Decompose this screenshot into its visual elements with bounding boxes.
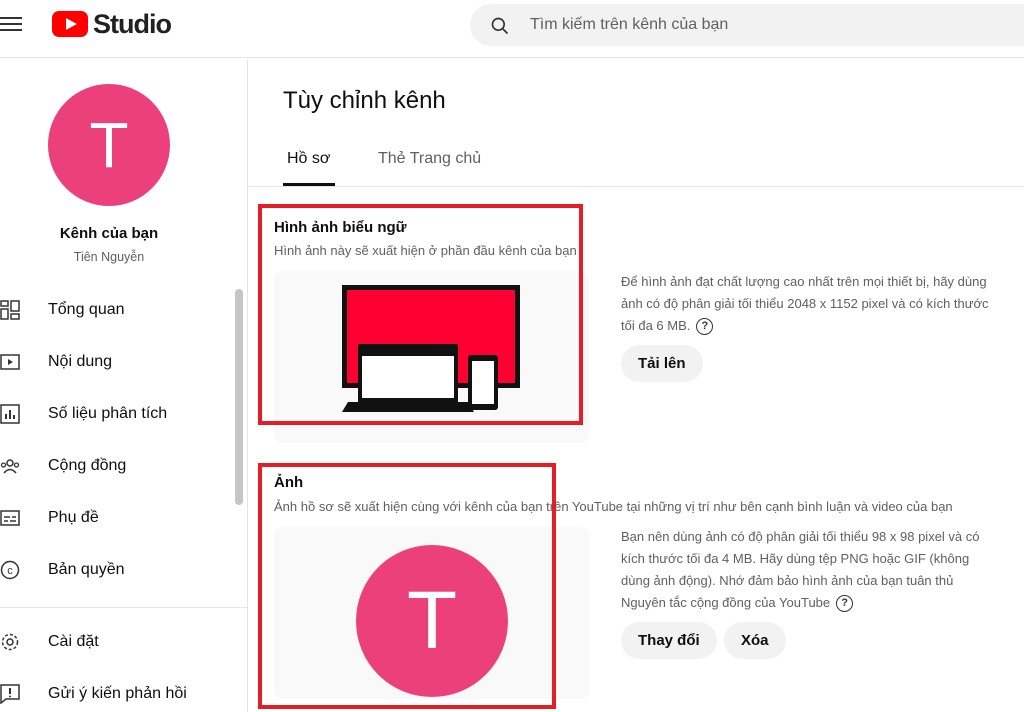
channel-owner-name: Tiên Nguyễn bbox=[73, 250, 145, 264]
page-title: Tùy chỉnh kênh bbox=[283, 87, 446, 114]
help-icon[interactable]: ? bbox=[696, 318, 714, 336]
change-photo-button[interactable]: Thay đổi bbox=[621, 622, 717, 659]
help-icon[interactable]: ? bbox=[836, 595, 854, 613]
main-content: Tùy chỉnh kênh Hồ sơ Thẻ Trang chủ Hình … bbox=[249, 59, 1024, 712]
sidebar-item-analytics[interactable]: Số liệu phân tích bbox=[0, 390, 236, 438]
logo-text: Studio bbox=[93, 8, 172, 39]
dashboard-icon bbox=[0, 300, 20, 320]
banner-info-label: Để hình ảnh đạt chất lượng cao nhất trên… bbox=[621, 274, 989, 333]
subtitles-icon bbox=[0, 510, 20, 526]
sidebar-divider bbox=[0, 607, 248, 608]
sidebar-item-dashboard[interactable]: Tổng quan bbox=[0, 286, 236, 334]
sidebar-item-label: Cộng đồng bbox=[48, 457, 127, 474]
search-input[interactable] bbox=[530, 4, 1010, 46]
sidebar-item-content[interactable]: Nội dung bbox=[0, 338, 236, 386]
sidebar-item-community[interactable]: Cộng đồng bbox=[0, 442, 236, 490]
studio-logo[interactable]: Studio bbox=[52, 8, 172, 40]
banner-highlight-box bbox=[258, 204, 583, 425]
svg-text:c: c bbox=[7, 565, 13, 577]
copyright-icon: c bbox=[0, 560, 20, 580]
sidebar: T Kênh của bạn Tiên Nguyễn Tổng quan Nội… bbox=[0, 59, 248, 712]
analytics-icon bbox=[0, 404, 20, 424]
feedback-icon bbox=[0, 684, 20, 704]
channel-avatar[interactable]: T bbox=[48, 84, 170, 206]
top-bar: Studio bbox=[0, 0, 1024, 58]
search-bar[interactable] bbox=[470, 4, 1024, 46]
tab-profile[interactable]: Hồ sơ bbox=[287, 150, 330, 168]
settings-icon bbox=[1, 633, 19, 651]
sidebar-item-feedback[interactable]: Gửi ý kiến phản hồi bbox=[0, 670, 236, 712]
photo-info-label: Bạn nên dùng ảnh có độ phân giải tối thi… bbox=[621, 529, 980, 610]
sidebar-scrollbar[interactable] bbox=[235, 289, 243, 505]
content-icon bbox=[0, 354, 20, 370]
tab-home-cards[interactable]: Thẻ Trang chủ bbox=[378, 150, 481, 168]
hamburger-menu-icon[interactable] bbox=[0, 12, 24, 36]
channel-title: Kênh của bạn bbox=[59, 225, 159, 242]
sidebar-item-label: Số liệu phân tích bbox=[48, 405, 168, 422]
sidebar-item-label: Phụ đề bbox=[48, 509, 99, 526]
tabs-divider bbox=[249, 186, 1024, 187]
sidebar-item-subtitles[interactable]: Phụ đề bbox=[0, 494, 236, 542]
upload-banner-button[interactable]: Tải lên bbox=[621, 345, 703, 382]
youtube-play-icon bbox=[52, 11, 88, 37]
delete-photo-button[interactable]: Xóa bbox=[724, 622, 786, 659]
sidebar-item-settings[interactable]: Cài đặt bbox=[0, 618, 236, 666]
banner-info-text: Để hình ảnh đạt chất lượng cao nhất trên… bbox=[621, 271, 991, 337]
sidebar-item-label: Tổng quan bbox=[48, 301, 125, 318]
sidebar-item-label: Nội dung bbox=[48, 353, 113, 370]
sidebar-item-label: Bản quyền bbox=[48, 561, 125, 578]
sidebar-item-label: Gửi ý kiến phản hồi bbox=[48, 685, 187, 702]
sidebar-item-label: Cài đặt bbox=[48, 633, 99, 650]
sidebar-item-copyright[interactable]: c Bản quyền bbox=[0, 546, 236, 594]
search-icon[interactable] bbox=[490, 16, 510, 36]
photo-info-text: Bạn nên dùng ảnh có độ phân giải tối thi… bbox=[621, 526, 991, 614]
community-icon bbox=[0, 459, 20, 474]
photo-highlight-box bbox=[258, 463, 556, 709]
